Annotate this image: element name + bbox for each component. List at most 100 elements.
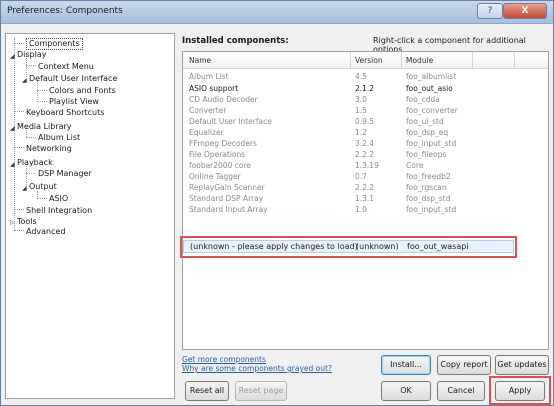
component-module: foo_rgscan [406,183,447,192]
tree-connector [26,137,36,138]
tree-item-colors-fonts[interactable]: Colors and Fonts [49,86,116,96]
tree-item-playback[interactable]: Playback [17,158,53,168]
tree-item-shell-integration[interactable]: Shell Integration [26,206,92,216]
title-bar[interactable]: Preferences: Components ? X [1,1,553,24]
tree-item-components[interactable]: Components [26,38,83,50]
table-row[interactable]: Standard Input Array 1.0 foo_input_std [183,204,548,215]
help-button[interactable]: ? [477,3,503,19]
expand-triangle-icon[interactable]: ▷ [10,219,15,226]
table-row[interactable]: FFmpeg Decoders 3.2.4 foo_input_std [183,138,548,149]
component-module: foo_albumlist [406,72,457,81]
column-divider[interactable] [472,52,473,68]
tree-connector [14,209,24,210]
component-version: 0.7 [355,172,367,181]
table-row[interactable]: Standard DSP Array 1.3.1 foo_dsp_std [183,193,548,204]
table-row[interactable]: File Operations 2.2.2 foo_fileops [183,149,548,160]
component-module: foo_fileops [406,150,447,159]
component-module: foo_ui_std [406,117,444,126]
table-row[interactable]: Converter 1.5 foo_converter [183,105,548,116]
pending-row-highlight [180,236,517,258]
clipped-text: ~~~~~~ [406,215,444,219]
component-module: foo_freedb2 [406,172,451,181]
copy-report-button[interactable]: Copy report [437,355,491,375]
component-version: 4.5 [355,72,367,81]
component-version: 0.9.5 [355,117,375,126]
collapse-triangle-icon[interactable]: ◢ [10,53,15,60]
component-name: Converter [189,106,227,115]
table-row[interactable]: Online Tagger 0.7 foo_freedb2 [183,171,548,182]
get-more-components-link[interactable]: Get more components [182,355,266,364]
component-name: Album List [189,72,229,81]
table-row[interactable]: Album List 4.5 foo_albumlist [183,71,548,82]
tree-connector [26,65,36,66]
column-divider[interactable] [514,52,515,68]
component-module: foo_input_std [406,205,457,214]
list-header: Name Version Module [183,52,548,69]
column-divider[interactable] [401,52,402,68]
tree-connector [37,198,47,199]
tree-item-tools[interactable]: Tools [17,217,37,227]
tree-item-keyboard-shortcuts[interactable]: Keyboard Shortcuts [26,108,104,118]
column-header-module[interactable]: Module [406,56,433,65]
clipped-text: ~~~~~~~~~~~~~~~~~~~~ [189,215,335,219]
component-version: 1.3.1 [355,194,375,203]
tree-item-context-menu[interactable]: Context Menu [38,62,94,72]
table-row[interactable]: ReplayGain Scanner 2.2.2 foo_rgscan [183,182,548,193]
tree-item-media-library[interactable]: Media Library [17,122,72,132]
component-name: Online Tagger [189,172,241,181]
tree-item-networking[interactable]: Networking [26,144,72,154]
preferences-tree[interactable]: ◢ ◢ ◢ ◢ ◢ ▷ Components Display Context M… [5,33,175,399]
table-row[interactable]: Equalizer 1.2 foo_dsp_eq [183,127,548,138]
tree-item-default-ui[interactable]: Default User Interface [29,74,117,84]
collapse-triangle-icon[interactable]: ◢ [22,185,27,192]
collapse-triangle-icon[interactable]: ◢ [10,161,15,168]
tree-item-display[interactable]: Display [17,50,47,60]
component-version: 2.2.2 [355,150,375,159]
component-module: Core [406,161,424,170]
ok-button[interactable]: OK [381,381,431,401]
column-header-name[interactable]: Name [189,56,211,65]
component-module: foo_cdda [406,95,440,104]
tree-connector [37,101,47,102]
collapse-triangle-icon[interactable]: ◢ [10,125,15,132]
grayed-out-help-link[interactable]: Why are some components grayed out? [182,364,332,373]
window-title: Preferences: Components [7,6,123,16]
tree-connector [14,43,24,44]
reset-all-button[interactable]: Reset all [185,381,229,401]
component-version: 3.0 [355,95,367,104]
tree-item-playlist-view[interactable]: Playlist View [49,97,99,107]
tree-connector [14,230,24,231]
component-name: foobar2000 core [189,161,251,170]
component-version: 1.0 [355,205,367,214]
preferences-window: Preferences: Components ? X ◢ ◢ ◢ ◢ ◢ ▷ … [0,0,554,406]
tree-item-advanced[interactable]: Advanced [26,227,66,237]
clipped-text: ~~~ [355,215,374,219]
table-row[interactable]: foobar2000 core 1.3.19 Core [183,160,548,171]
cancel-button[interactable]: Cancel [437,381,485,401]
tree-item-dsp-manager[interactable]: DSP Manager [38,169,92,179]
apply-button-highlight [489,376,551,405]
collapse-triangle-icon[interactable]: ◢ [22,77,27,84]
tree-connector [37,90,47,91]
component-name: Standard DSP Array [189,194,264,203]
installed-components-heading: Installed components: [182,36,289,46]
tree-item-album-list[interactable]: Album List [38,133,80,143]
component-name: ASIO support [189,84,239,93]
component-version: 1.2 [355,128,367,137]
tree-item-output[interactable]: Output [29,182,57,192]
table-row[interactable]: Default User Interface 0.9.5 foo_ui_std [183,116,548,127]
tree-item-asio[interactable]: ASIO [49,194,68,204]
component-version: 2.1.2 [355,84,375,93]
table-row[interactable]: ASIO support 2.1.2 foo_out_asio [183,83,548,94]
get-updates-button[interactable]: Get updates [495,355,549,375]
tree-connector [37,81,38,102]
table-row-clipped: ~~~~~~~~~~~~~~~~~~~~ ~~~ ~~~~~~ [183,215,548,219]
install-button[interactable]: Install... [381,355,431,375]
close-button[interactable]: X [503,3,547,19]
table-row[interactable]: CD Audio Decoder 3.0 foo_cdda [183,94,548,105]
component-module: foo_dsp_eq [406,128,449,137]
reset-page-button[interactable]: Reset page [235,381,287,401]
components-list[interactable]: Name Version Module Album List 4.5 foo_a… [182,51,549,350]
column-divider[interactable] [350,52,351,68]
column-header-version[interactable]: Version [355,56,383,65]
